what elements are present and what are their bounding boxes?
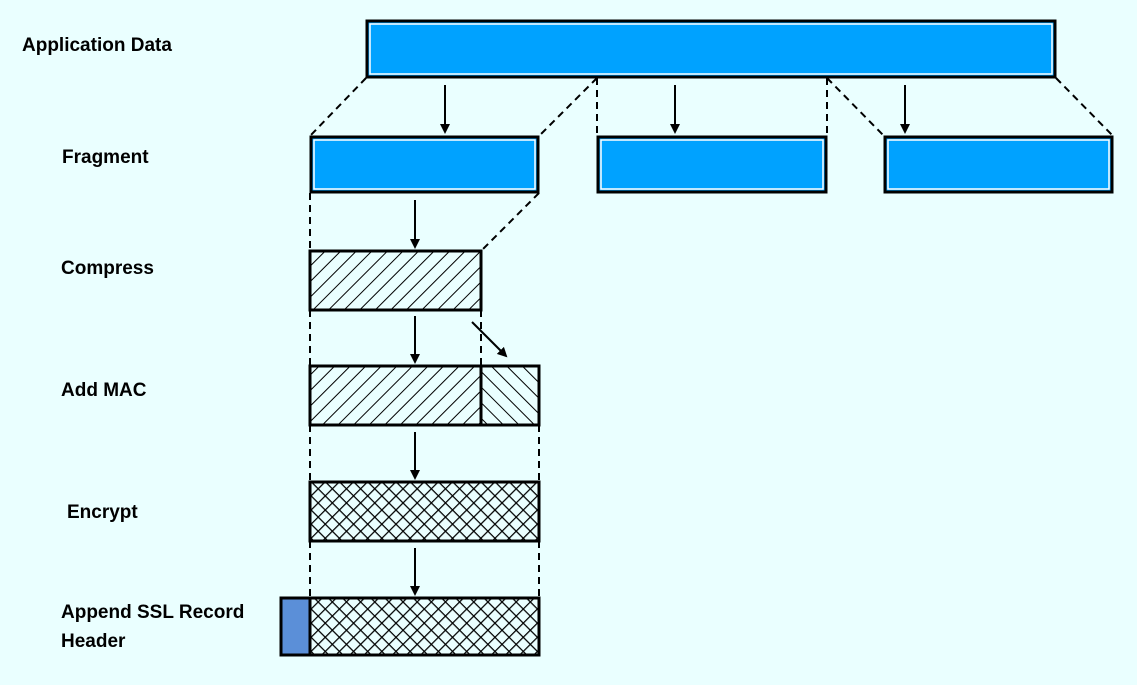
encrypted-block [308, 480, 541, 543]
label-application-data: Application Data [22, 35, 172, 56]
label-add-mac: Add MAC [61, 380, 147, 401]
fragment-blocks [309, 135, 1114, 194]
mac-added-block [308, 364, 541, 427]
arrow-diagonal-icon [471, 321, 508, 358]
fragment-block-3 [883, 135, 1114, 194]
label-encrypt: Encrypt [67, 502, 138, 523]
ssl-record-block [279, 596, 541, 657]
application-data-block [365, 19, 1057, 79]
diagram-canvas [279, 19, 1114, 657]
label-append-line1: Append SSL Record [61, 602, 245, 623]
label-append-line2: Header [61, 631, 126, 652]
compressed-block [308, 249, 483, 312]
fragment-block-2 [596, 135, 828, 194]
mac-block [479, 364, 541, 427]
ssl-record-protocol-diagram: Application Data Fragment Compress Add M… [0, 0, 1137, 685]
ssl-header-block [279, 596, 312, 657]
fragment-block-1 [309, 135, 540, 194]
label-compress: Compress [61, 258, 154, 279]
label-fragment: Fragment [62, 147, 149, 168]
